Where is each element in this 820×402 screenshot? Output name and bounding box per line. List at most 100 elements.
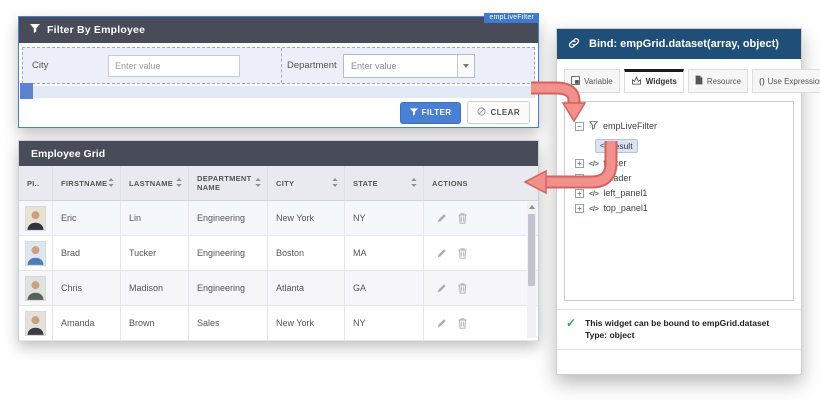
edit-pencil-icon[interactable] — [437, 283, 447, 293]
sort-icon[interactable] — [411, 178, 417, 189]
tree-node-result[interactable]: <> result — [595, 135, 783, 153]
table-row[interactable]: Brad Tucker Engineering Boston MA — [19, 236, 538, 271]
tree-node-header[interactable]: + </> header — [575, 171, 783, 185]
delete-trash-icon[interactable] — [458, 213, 467, 224]
filter-button-label: FILTER — [422, 108, 452, 117]
widgets-crown-icon — [631, 76, 642, 87]
resize-handle[interactable] — [20, 83, 33, 99]
chevron-down-icon[interactable] — [457, 55, 474, 77]
edit-pencil-icon[interactable] — [437, 248, 447, 258]
code-tag-icon: </> — [589, 189, 598, 198]
code-tag-icon: </> — [589, 174, 598, 183]
clear-button[interactable]: CLEAR — [467, 101, 530, 124]
table-row[interactable]: Amanda Brown Sales New York NY — [19, 306, 538, 341]
bind-dialog-title: Bind: empGrid.dataset(array, object) — [589, 38, 779, 50]
filter-panel-title: Filter By Employee — [47, 24, 145, 36]
status-line-1: This widget can be bound to empGrid.data… — [585, 318, 769, 330]
chain-link-icon — [567, 36, 581, 53]
tree-node-top-panel[interactable]: + </> top_panel1 — [575, 201, 783, 215]
delete-trash-icon[interactable] — [458, 248, 467, 259]
column-header-actions: ACTIONS — [424, 166, 538, 200]
cell-city: New York — [268, 306, 345, 340]
code-tag-icon: </> — [589, 204, 598, 213]
cell-department: Engineering — [189, 271, 268, 305]
department-select-value: Enter value — [344, 61, 457, 71]
clear-button-label: CLEAR — [490, 108, 520, 117]
city-label: City — [32, 60, 108, 71]
cell-state: MA — [345, 236, 424, 270]
cell-lastname: Lin — [121, 201, 189, 235]
bind-dialog-header: Bind: empGrid.dataset(array, object) — [557, 29, 801, 59]
bind-dialog-footer — [557, 350, 801, 374]
department-select[interactable]: Enter value — [343, 54, 475, 78]
cell-department: Engineering — [189, 201, 268, 235]
delete-trash-icon[interactable] — [458, 318, 467, 329]
sort-icon[interactable] — [255, 178, 261, 189]
widget-tree: − empLiveFilter <> result + </> footer +… — [564, 101, 794, 301]
scrollbar-thumb[interactable] — [528, 214, 535, 286]
employee-photo — [25, 311, 46, 336]
expand-icon[interactable]: + — [575, 204, 584, 213]
expand-icon[interactable]: + — [575, 159, 584, 168]
cell-lastname: Brown — [121, 306, 189, 340]
delete-trash-icon[interactable] — [458, 283, 467, 294]
bind-status-message: ✓ This widget can be bound to empGrid.da… — [557, 309, 801, 350]
tab-resource[interactable]: Resource — [688, 69, 748, 93]
department-field-group: Department Enter value — [281, 48, 534, 83]
expand-icon[interactable]: + — [575, 174, 584, 183]
check-icon: ✓ — [566, 318, 576, 329]
city-field-group: City — [23, 48, 281, 83]
sort-icon[interactable] — [176, 178, 182, 189]
filter-button-row: FILTER CLEAR — [19, 98, 538, 127]
table-row[interactable]: Chris Madison Engineering Atlanta GA — [19, 271, 538, 306]
cell-city: New York — [268, 201, 345, 235]
filter-panel-header: Filter By Employee — [19, 17, 538, 43]
employee-photo — [25, 276, 46, 301]
cell-firstname: Eric — [53, 201, 121, 235]
table-row[interactable]: Eric Lin Engineering New York NY — [19, 201, 538, 236]
bind-dialog-panel: Bind: empGrid.dataset(array, object) Var… — [556, 28, 802, 375]
column-header-firstname[interactable]: FIRSTNAME — [53, 166, 121, 200]
code-tag-icon: </> — [589, 159, 598, 168]
column-header-state[interactable]: STATE — [345, 166, 424, 200]
resource-file-icon — [695, 75, 703, 87]
collapse-icon[interactable]: − — [575, 122, 584, 131]
column-header-lastname[interactable]: LASTNAME — [121, 166, 189, 200]
code-brackets-icon: <> — [600, 141, 608, 150]
tab-widgets[interactable]: Widgets — [624, 69, 684, 93]
tree-node-footer[interactable]: + </> footer — [575, 156, 783, 170]
cell-firstname: Brad — [53, 236, 121, 270]
filter-button-funnel-icon — [410, 108, 418, 118]
expand-icon[interactable]: + — [575, 189, 584, 198]
employee-photo — [25, 241, 46, 266]
grid-scrollbar[interactable] — [527, 202, 536, 338]
tree-node-left-panel[interactable]: + </> left_panel1 — [575, 186, 783, 200]
bind-tab-bar: Variable Widgets Resource ( ) Use Expres… — [557, 59, 801, 93]
scroll-up-icon[interactable] — [529, 205, 535, 209]
clear-ban-icon — [477, 107, 486, 118]
grid-title: Employee Grid — [19, 141, 538, 166]
status-line-2: Type: object — [585, 330, 769, 342]
column-header-department[interactable]: DEPARTMENT NAME — [189, 166, 268, 200]
edit-pencil-icon[interactable] — [437, 318, 447, 328]
sort-icon[interactable] — [108, 178, 114, 189]
filter-button[interactable]: FILTER — [400, 102, 462, 124]
sort-icon[interactable] — [332, 178, 338, 189]
cell-lastname: Madison — [121, 271, 189, 305]
tree-node-emplivefilter[interactable]: − empLiveFilter — [575, 119, 783, 133]
column-header-city[interactable]: CITY — [268, 166, 345, 200]
edit-pencil-icon[interactable] — [437, 213, 447, 223]
tab-variable[interactable]: Variable — [564, 69, 620, 93]
cell-city: Boston — [268, 236, 345, 270]
cell-city: Atlanta — [268, 271, 345, 305]
tab-use-expression[interactable]: ( ) Use Expression — [752, 69, 820, 93]
cell-state: GA — [345, 271, 424, 305]
cell-department: Sales — [189, 306, 268, 340]
employee-photo — [25, 206, 46, 231]
city-input[interactable] — [108, 55, 240, 77]
department-label: Department — [287, 60, 341, 71]
employee-grid-panel: Employee Grid PI.. FIRSTNAME LASTNAME DE… — [18, 140, 539, 341]
cell-lastname: Tucker — [121, 236, 189, 270]
widget-name-badge: empLiveFilter — [484, 13, 539, 23]
column-header-picture[interactable]: PI.. — [19, 166, 53, 200]
